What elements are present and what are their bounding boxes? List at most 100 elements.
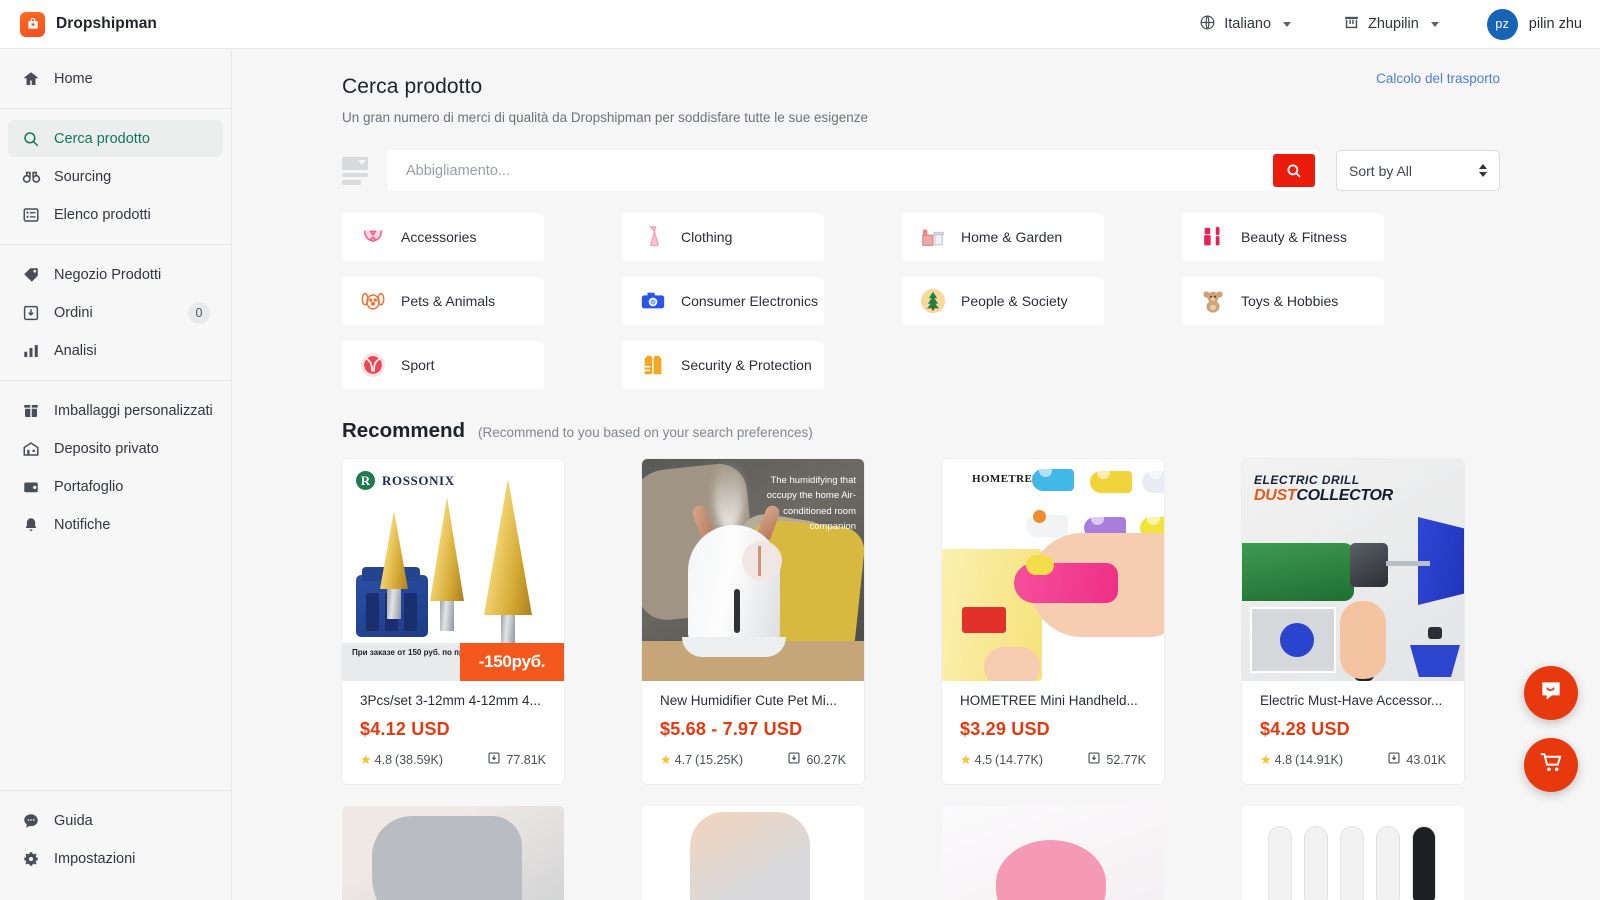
store-selector[interactable]: Zhupilin bbox=[1317, 0, 1465, 48]
sidebar-item-portafoglio[interactable]: Portafoglio bbox=[8, 468, 223, 505]
category-card-clothing[interactable]: Clothing bbox=[622, 213, 824, 261]
chat-icon bbox=[1538, 678, 1564, 709]
sidebar-group-3: Negozio Prodotti Ordini 0 Analisi bbox=[0, 244, 231, 380]
sidebar-item-label: Impostazioni bbox=[54, 850, 136, 867]
category-label: Beauty & Fitness bbox=[1241, 229, 1347, 245]
search-input[interactable] bbox=[387, 150, 1273, 191]
category-card-accessories[interactable]: Accessories bbox=[342, 213, 544, 261]
category-menu-icon[interactable] bbox=[342, 155, 372, 187]
globe-icon bbox=[1199, 14, 1216, 35]
sidebar-item-cerca-prodotto[interactable]: Cerca prodotto bbox=[8, 120, 223, 157]
product-image-logo: ROSSONIX bbox=[356, 471, 455, 490]
category-label: Home & Garden bbox=[961, 229, 1063, 245]
product-card[interactable]: ROSSONIX При заказе от 150 руб. по промо… bbox=[342, 459, 564, 784]
star-icon: ★ bbox=[1260, 752, 1272, 767]
category-label: Security & Protection bbox=[681, 357, 812, 373]
sort-select[interactable]: Sort by All bbox=[1336, 150, 1500, 191]
rating-value: 4.7 bbox=[674, 752, 693, 767]
search-row: Sort by All bbox=[342, 150, 1500, 191]
bell-icon bbox=[21, 515, 41, 535]
dress-icon bbox=[638, 223, 667, 252]
product-card[interactable] bbox=[342, 806, 564, 900]
sidebar-item-notifiche[interactable]: Notifiche bbox=[8, 506, 223, 543]
wallet-icon bbox=[21, 477, 41, 497]
gear-icon bbox=[21, 849, 41, 869]
product-card[interactable]: HOMETREE HOMETREE Mini Handheld... $3.29… bbox=[942, 459, 1164, 784]
product-image-title-b: COLLECTOR bbox=[1296, 487, 1393, 504]
sidebar-group-4: Imballaggi personalizzati Deposito priva… bbox=[0, 380, 231, 554]
warehouse-icon bbox=[21, 439, 41, 459]
orders-value: 43.01K bbox=[1406, 752, 1446, 767]
download-icon bbox=[1087, 751, 1101, 768]
review-count: (38.59K) bbox=[395, 752, 443, 767]
sidebar-bottom-group: Guida Impostazioni bbox=[0, 790, 231, 900]
sidebar-item-imballaggi-personalizzati[interactable]: Imballaggi personalizzati bbox=[8, 392, 223, 429]
cart-icon bbox=[1539, 750, 1564, 780]
cart-button[interactable] bbox=[1524, 738, 1578, 792]
product-card[interactable] bbox=[642, 806, 864, 900]
sidebar-item-deposito-privato[interactable]: Deposito privato bbox=[8, 430, 223, 467]
sidebar-item-label: Guida bbox=[54, 812, 93, 829]
top-bar-right: Italiano Zhupilin pz pilin zhu bbox=[1173, 0, 1600, 48]
sidebar-item-home[interactable]: Home bbox=[8, 60, 223, 97]
shipping-calculator-link[interactable]: Calcolo del trasporto bbox=[1376, 71, 1500, 86]
category-card-consumer-electronics[interactable]: Consumer Electronics bbox=[622, 277, 824, 325]
download-icon bbox=[1387, 751, 1401, 768]
product-rating: ★ 4.8 (38.59K) bbox=[360, 753, 443, 767]
brand-logo[interactable]: Dropshipman bbox=[0, 11, 157, 37]
product-image-title-top: ELECTRIC DRILL bbox=[1254, 473, 1360, 487]
product-orders: 43.01K bbox=[1387, 751, 1446, 768]
category-card-beauty-fitness[interactable]: Beauty & Fitness bbox=[1182, 213, 1384, 261]
sidebar-group-2: Cerca prodotto Sourcing Elenco prodotti bbox=[0, 108, 231, 244]
page-subtitle: Un gran numero di merci di qualità da Dr… bbox=[342, 110, 869, 125]
category-grid: Accessories Clothing Home & Garden Beaut… bbox=[342, 213, 1500, 389]
sidebar-item-sourcing[interactable]: Sourcing bbox=[8, 158, 223, 195]
sidebar-item-guida[interactable]: Guida bbox=[8, 802, 223, 839]
sidebar-item-ordini[interactable]: Ordini 0 bbox=[8, 294, 223, 331]
chevron-down-icon bbox=[1430, 21, 1439, 27]
language-label: Italiano bbox=[1224, 16, 1272, 32]
search-box bbox=[387, 150, 1319, 191]
orders-value: 60.27K bbox=[806, 752, 846, 767]
product-card[interactable]: ELECTRIC DRILL DUSTCOLLECTOR Electric Mu… bbox=[1242, 459, 1464, 784]
main-content: Cerca prodotto Un gran numero di merci d… bbox=[232, 49, 1600, 900]
review-count: (14.77K) bbox=[995, 752, 1043, 767]
language-selector[interactable]: Italiano bbox=[1173, 0, 1317, 48]
search-button[interactable] bbox=[1273, 154, 1315, 187]
category-card-home-garden[interactable]: Home & Garden bbox=[902, 213, 1104, 261]
product-image: ELECTRIC DRILL DUSTCOLLECTOR bbox=[1242, 459, 1464, 681]
product-card[interactable] bbox=[1242, 806, 1464, 900]
chat-support-button[interactable] bbox=[1524, 666, 1578, 720]
category-card-sport[interactable]: Sport bbox=[342, 341, 544, 389]
lipstick-icon bbox=[1198, 223, 1227, 252]
sidebar-item-analisi[interactable]: Analisi bbox=[8, 332, 223, 369]
camera-icon bbox=[638, 287, 667, 316]
recommend-title: Recommend bbox=[342, 419, 466, 442]
download-icon bbox=[487, 751, 501, 768]
rating-value: 4.8 bbox=[374, 752, 393, 767]
category-card-toys-hobbies[interactable]: Toys & Hobbies bbox=[1182, 277, 1384, 325]
product-card[interactable]: The humidifying that occupy the home Air… bbox=[642, 459, 864, 784]
ball-icon bbox=[358, 351, 387, 380]
brand-name: Dropshipman bbox=[56, 15, 157, 32]
product-price: $4.12 USD bbox=[360, 719, 450, 739]
sidebar-item-label: Deposito privato bbox=[54, 440, 159, 457]
sidebar-item-elenco-prodotti[interactable]: Elenco prodotti bbox=[8, 196, 223, 233]
category-card-pets-animals[interactable]: Pets & Animals bbox=[342, 277, 544, 325]
category-card-security-protection[interactable]: Security & Protection bbox=[622, 341, 824, 389]
category-label: Sport bbox=[401, 357, 435, 373]
category-card-people-society[interactable]: People & Society bbox=[902, 277, 1104, 325]
sidebar-item-label: Negozio Prodotti bbox=[54, 266, 162, 283]
sidebar-item-negozio-prodotti[interactable]: Negozio Prodotti bbox=[8, 256, 223, 293]
product-card[interactable] bbox=[942, 806, 1164, 900]
chevron-down-icon bbox=[1283, 21, 1292, 27]
product-name: HOMETREE Mini Handheld... bbox=[960, 693, 1138, 708]
product-image: ROSSONIX При заказе от 150 руб. по промо… bbox=[342, 459, 564, 681]
sidebar-item-impostazioni[interactable]: Impostazioni bbox=[8, 840, 223, 877]
category-label: Toys & Hobbies bbox=[1241, 293, 1339, 309]
product-price: $4.28 USD bbox=[1260, 719, 1350, 739]
store-icon bbox=[1343, 14, 1360, 35]
user-menu[interactable]: pz pilin zhu bbox=[1465, 8, 1582, 40]
sidebar: Home Cerca prodotto Sourcing Elenco prod… bbox=[0, 49, 232, 900]
